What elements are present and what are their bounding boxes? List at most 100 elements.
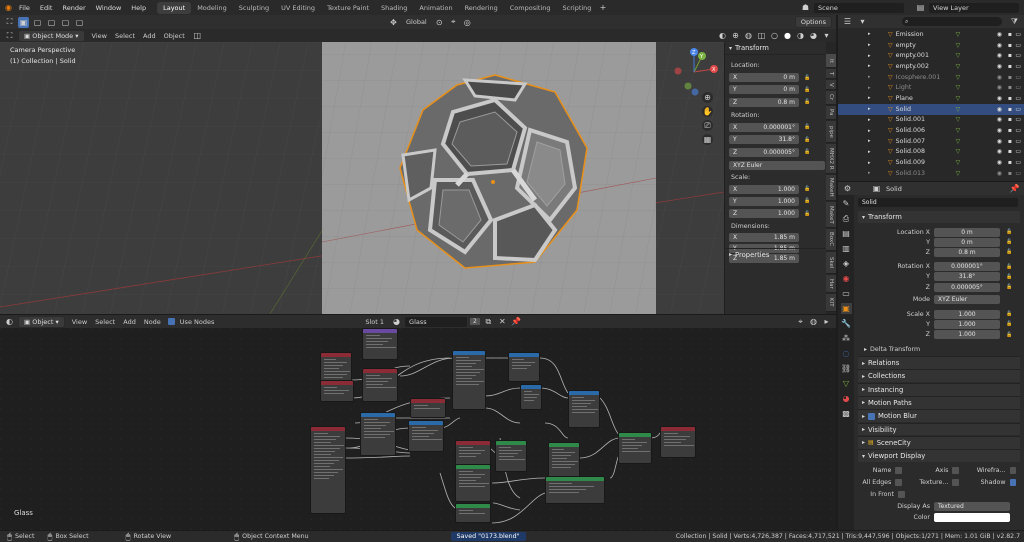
camera-icon[interactable]: ▪	[1008, 52, 1012, 59]
expand-icon[interactable]: ▸	[868, 53, 874, 59]
sidebar-tab-pa[interactable]: Pa	[826, 106, 836, 120]
panel-expand-icon[interactable]: ▸	[862, 360, 865, 367]
eye-icon[interactable]: ◉	[997, 95, 1002, 102]
workspace-tab-sculpting[interactable]: Sculpting	[233, 2, 275, 14]
view-layer-name[interactable]: View Layer	[929, 2, 1019, 13]
location-z-field[interactable]: Z 0.8 m	[729, 97, 799, 107]
render-icon[interactable]: ▭	[1015, 52, 1021, 59]
orientation-label[interactable]: Global	[402, 18, 431, 26]
outliner-item[interactable]: ▸ ▽ Solid ▽ ◉ ▪ ▭	[838, 103, 1024, 115]
mode-icon-2[interactable]: ▢	[46, 17, 57, 28]
camera-icon[interactable]: ▪	[1008, 148, 1012, 155]
shading-rendered-icon[interactable]: ◕	[808, 30, 819, 41]
viewport-menu-object[interactable]: Object	[160, 32, 189, 40]
expand-icon[interactable]: ▸	[868, 170, 874, 176]
in-front-checkbox[interactable]	[898, 490, 905, 498]
workspace-tab-scripting[interactable]: Scripting	[557, 2, 598, 14]
outliner-item[interactable]: ▸ ▽ Plane ▽ ◉ ▪ ▭	[838, 93, 1024, 104]
expand-icon[interactable]: ▸	[868, 42, 874, 48]
rotation-mode-dropdown[interactable]: XYZ Euler	[934, 295, 1000, 305]
properties-panel-title[interactable]: Properties	[735, 251, 769, 259]
scale-y-field[interactable]: Y 1.000	[729, 196, 799, 206]
eye-icon[interactable]: ◉	[997, 74, 1002, 81]
menu-file[interactable]: File	[14, 4, 35, 12]
navigation-gizmo[interactable]: X Y Z	[672, 44, 722, 100]
texture-tab-icon[interactable]: ▩	[841, 408, 852, 419]
menu-help[interactable]: Help	[126, 4, 151, 12]
camera-icon[interactable]: ▪	[1008, 42, 1012, 49]
render-icon[interactable]: ▭	[1015, 148, 1021, 155]
viewport-editor-icon[interactable]: ⛶	[4, 30, 15, 41]
sidebar-tab-boxc[interactable]: BoxC	[826, 229, 836, 251]
eye-icon[interactable]: ◉	[997, 138, 1002, 145]
transform-panel-title[interactable]: Transform	[735, 44, 769, 52]
shader-node[interactable]	[618, 432, 652, 464]
panel-expand-icon[interactable]: ▸	[862, 373, 865, 380]
shader-node[interactable]	[362, 328, 398, 360]
shading-options-icon[interactable]: ▾	[821, 30, 832, 41]
shader-node[interactable]	[568, 390, 600, 428]
expand-icon[interactable]: ▸	[868, 31, 874, 37]
gizmo-icon[interactable]: ⊕	[730, 30, 741, 41]
mode-dropdown[interactable]: ▣ Object Mode ▾	[18, 29, 85, 42]
expand-icon[interactable]: ▸	[868, 160, 874, 166]
shader-node[interactable]	[455, 503, 491, 523]
axis-checkbox[interactable]	[952, 466, 959, 474]
render-icon[interactable]: ▭	[1015, 74, 1021, 81]
viewport-3d[interactable]: Camera Perspective (1) Collection | Soli…	[0, 42, 724, 314]
motion-blur-checkbox[interactable]	[868, 412, 876, 420]
render-icon[interactable]: ▭	[1015, 170, 1021, 177]
location-x-field[interactable]: X 0 m	[729, 73, 799, 82]
camera-icon[interactable]: ▪	[1008, 159, 1012, 166]
shader-node[interactable]	[310, 426, 346, 514]
scale-x-field[interactable]: X 1.000	[729, 184, 799, 194]
properties-panel-viewport-display[interactable]: Viewport Display	[868, 452, 925, 460]
panel-expand-icon[interactable]: ▸	[862, 399, 865, 406]
transform-orientation[interactable]: ✥ Global ⊙ ⌖ ◎	[388, 17, 473, 28]
transform-expand-icon[interactable]: ▾	[862, 214, 865, 221]
render-icon[interactable]: ▭	[1015, 138, 1021, 145]
object-tab-icon[interactable]: ▣	[840, 303, 852, 314]
all-edges-checkbox[interactable]	[895, 478, 902, 486]
pin-icon[interactable]: 📌	[1009, 183, 1020, 194]
material-name-field[interactable]: Glass	[405, 316, 468, 327]
outliner-item[interactable]: ▸ ▽ Solid.006 ▽ ◉ ▪ ▭	[838, 125, 1024, 136]
shader-node[interactable]	[455, 464, 491, 502]
properties-panel-motion-paths[interactable]: Motion Paths	[868, 399, 912, 407]
select-box-icon[interactable]: ▣	[18, 16, 29, 28]
snap-icon[interactable]: ⌖	[448, 17, 459, 28]
material-tab-icon[interactable]: ◕	[841, 393, 852, 404]
outliner-item[interactable]: ▸ ▽ Icosphere.001 ▽ ◉ ▪ ▭	[838, 72, 1024, 83]
sidebar-tab-t[interactable]: T	[826, 69, 836, 79]
rotation-y-field[interactable]: 31.8°	[934, 272, 1000, 282]
lock-icon[interactable]: 🔓	[1004, 282, 1015, 293]
eye-icon[interactable]: ◉	[997, 148, 1002, 155]
shading-material-icon[interactable]: ◑	[795, 30, 806, 41]
lock-icon[interactable]: 🔓	[802, 208, 813, 219]
world-tab-icon[interactable]: ◉	[841, 273, 852, 284]
perspective-toggle-icon[interactable]: ▦	[702, 134, 713, 145]
node-menu-add[interactable]: Add	[119, 318, 140, 326]
lock-icon[interactable]: 🔓	[802, 147, 813, 158]
location-y-field[interactable]: Y 0 m	[729, 85, 799, 95]
shader-node[interactable]	[452, 350, 486, 410]
constraints-tab-icon[interactable]: ⛓	[841, 363, 852, 374]
dodecahedron-object[interactable]	[395, 70, 595, 280]
node-snap-icon[interactable]: ⌖	[795, 316, 806, 327]
location-y-field[interactable]: 0 m	[934, 237, 1000, 247]
node-editor-canvas[interactable]: Glass	[0, 328, 836, 530]
sidebar-tab-it[interactable]: It	[826, 54, 836, 68]
eye-icon[interactable]: ◉	[997, 159, 1002, 166]
viewport-menu-add[interactable]: Add	[139, 32, 160, 40]
camera-view-icon[interactable]: ⎚	[702, 120, 713, 131]
outliner-item[interactable]: ▸ ▽ Emission ▽ ◉ ▪ ▭	[838, 29, 1024, 40]
object-data-icon[interactable]: ◫	[192, 30, 203, 41]
properties-panel-instancing[interactable]: Instancing	[868, 386, 903, 394]
node-menu-view[interactable]: View	[68, 318, 91, 326]
render-icon[interactable]: ▭	[1015, 31, 1021, 38]
scale-x-field[interactable]: 1.000	[934, 309, 1000, 319]
mode-icon-1[interactable]: ▢	[32, 17, 43, 28]
viewport-menu-select[interactable]: Select	[111, 32, 139, 40]
shading-wireframe-icon[interactable]: ○	[769, 30, 780, 41]
shader-node[interactable]	[660, 426, 696, 458]
